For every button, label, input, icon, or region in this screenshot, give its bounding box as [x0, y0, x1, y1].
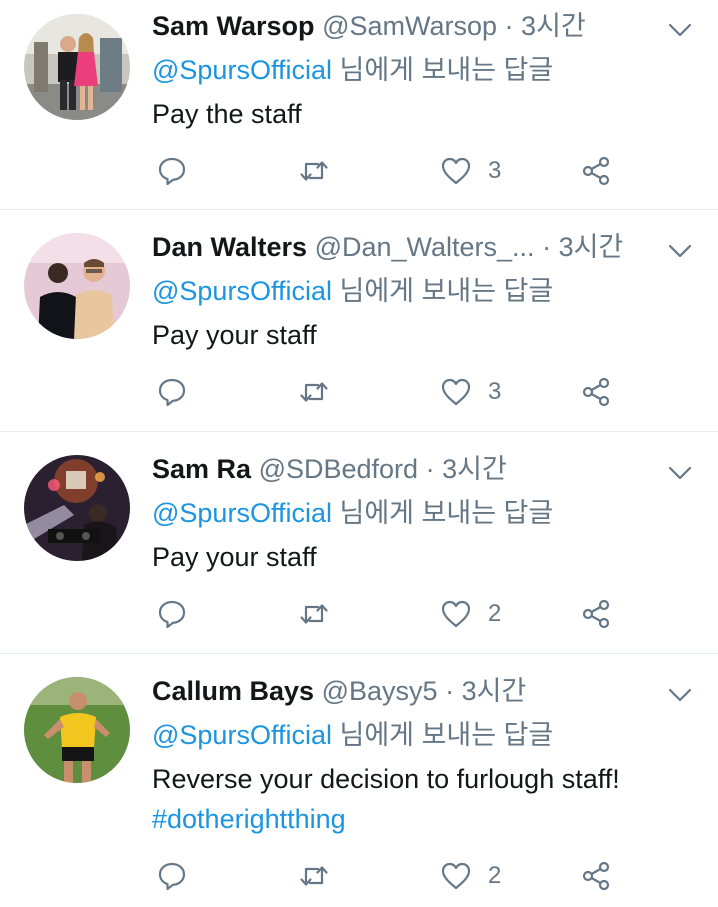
timestamp[interactable]: 3시간: [442, 454, 507, 484]
tweet-header: Sam Ra @SDBedford · 3시간: [152, 451, 662, 487]
replying-to: @SpursOfficial 님에게 보내는 답글: [152, 495, 553, 531]
tweet[interactable]: Sam Warsop @SamWarsop · 3시간 @SpursOffici…: [0, 0, 718, 210]
reply-button[interactable]: [156, 151, 188, 191]
heart-icon: [441, 600, 471, 628]
separator-dot: ·: [542, 232, 552, 262]
like-button[interactable]: 3: [440, 372, 501, 412]
like-count: 2: [488, 862, 502, 889]
tweet-header: Dan Walters @Dan_Walters_... · 3시간: [152, 229, 662, 265]
user-handle[interactable]: @SamWarsop: [322, 11, 497, 41]
reply-mention-link[interactable]: @SpursOfficial: [152, 498, 332, 528]
reply-to-label: 님에게 보내는 답글: [339, 55, 554, 85]
avatar-footballer-photo: [24, 677, 130, 783]
user-handle[interactable]: @Dan_Walters_...: [315, 232, 535, 262]
heart-icon: [441, 157, 471, 185]
tweet[interactable]: Sam Ra @SDBedford · 3시간 @SpursOfficial 님…: [0, 433, 718, 654]
heart-icon: [441, 862, 471, 890]
like-button[interactable]: 2: [440, 856, 501, 896]
reply-mention-link[interactable]: @SpursOfficial: [152, 276, 332, 306]
share-icon: [582, 599, 610, 629]
share-button[interactable]: [580, 372, 612, 412]
share-icon: [582, 861, 610, 891]
replying-to: @SpursOfficial 님에게 보내는 답글: [152, 52, 553, 88]
tweet[interactable]: Dan Walters @Dan_Walters_... · 3시간 @Spur…: [0, 211, 718, 432]
reply-icon: [158, 600, 186, 629]
tweet[interactable]: Callum Bays @Baysy5 · 3시간 @SpursOfficial…: [0, 655, 718, 907]
hashtag-link[interactable]: #dotherightthing: [152, 799, 692, 839]
like-button[interactable]: 3: [440, 151, 501, 191]
timestamp[interactable]: 3시간: [559, 232, 624, 262]
retweet-button[interactable]: [298, 151, 330, 191]
avatar[interactable]: [24, 455, 130, 561]
retweet-icon: [300, 604, 328, 624]
timestamp[interactable]: 3시간: [462, 676, 527, 706]
chevron-down-icon[interactable]: [664, 235, 696, 267]
share-button[interactable]: [580, 151, 612, 191]
avatar[interactable]: [24, 233, 130, 339]
tweet-text-content: Pay your staff: [152, 320, 317, 350]
tweet-text: Pay your staff: [152, 315, 692, 355]
reply-to-label: 님에게 보내는 답글: [339, 498, 554, 528]
tweet-text-content: Pay the staff: [152, 99, 302, 129]
retweet-icon: [300, 866, 328, 886]
like-count: 3: [488, 157, 502, 184]
avatar[interactable]: [24, 677, 130, 783]
display-name[interactable]: Sam Ra: [152, 454, 251, 484]
like-button[interactable]: 2: [440, 594, 501, 634]
chevron-down-icon[interactable]: [664, 457, 696, 489]
like-count: 3: [488, 378, 502, 405]
reply-to-label: 님에게 보내는 답글: [339, 720, 554, 750]
reply-button[interactable]: [156, 856, 188, 896]
tweet-text: Pay your staff: [152, 537, 692, 577]
display-name[interactable]: Callum Bays: [152, 676, 314, 706]
reply-icon: [158, 157, 186, 186]
tweet-actions: 3: [152, 151, 622, 191]
tweet-text-content: Pay your staff: [152, 542, 317, 572]
reply-icon: [158, 378, 186, 407]
share-icon: [582, 377, 610, 407]
share-button[interactable]: [580, 594, 612, 634]
reply-icon: [158, 862, 186, 891]
retweet-button[interactable]: [298, 372, 330, 412]
tweet-text: Reverse your decision to furlough staff!…: [152, 759, 692, 839]
user-handle[interactable]: @Baysy5: [322, 676, 438, 706]
tweet-actions: 2: [152, 856, 622, 896]
retweet-icon: [300, 161, 328, 181]
avatar-two-men-photo: [24, 233, 130, 339]
reply-to-label: 님에게 보내는 답글: [339, 276, 554, 306]
avatar-dj-photo: [24, 455, 130, 561]
replying-to: @SpursOfficial 님에게 보내는 답글: [152, 717, 553, 753]
reply-mention-link[interactable]: @SpursOfficial: [152, 55, 332, 85]
separator-dot: ·: [504, 11, 514, 41]
retweet-icon: [300, 382, 328, 402]
separator-dot: ·: [425, 454, 435, 484]
avatar-couple-photo: [24, 14, 130, 120]
separator-dot: ·: [445, 676, 455, 706]
replying-to: @SpursOfficial 님에게 보내는 답글: [152, 273, 553, 309]
chevron-down-icon[interactable]: [664, 679, 696, 711]
tweet-header: Callum Bays @Baysy5 · 3시간: [152, 673, 662, 709]
share-button[interactable]: [580, 856, 612, 896]
reply-button[interactable]: [156, 372, 188, 412]
tweet-actions: 3: [152, 372, 622, 412]
display-name[interactable]: Dan Walters: [152, 232, 307, 262]
reply-button[interactable]: [156, 594, 188, 634]
retweet-button[interactable]: [298, 594, 330, 634]
tweet-text: Pay the staff: [152, 94, 692, 134]
avatar[interactable]: [24, 14, 130, 120]
timestamp[interactable]: 3시간: [521, 11, 586, 41]
tweet-text-content: Reverse your decision to furlough staff!: [152, 764, 620, 794]
tweet-actions: 2: [152, 594, 622, 634]
retweet-button[interactable]: [298, 856, 330, 896]
chevron-down-icon[interactable]: [664, 14, 696, 46]
tweet-header: Sam Warsop @SamWarsop · 3시간: [152, 8, 662, 44]
reply-feed: Sam Warsop @SamWarsop · 3시간 @SpursOffici…: [0, 0, 718, 907]
like-count: 2: [488, 600, 502, 627]
user-handle[interactable]: @SDBedford: [259, 454, 418, 484]
heart-icon: [441, 378, 471, 406]
display-name[interactable]: Sam Warsop: [152, 11, 315, 41]
reply-mention-link[interactable]: @SpursOfficial: [152, 720, 332, 750]
share-icon: [582, 156, 610, 186]
